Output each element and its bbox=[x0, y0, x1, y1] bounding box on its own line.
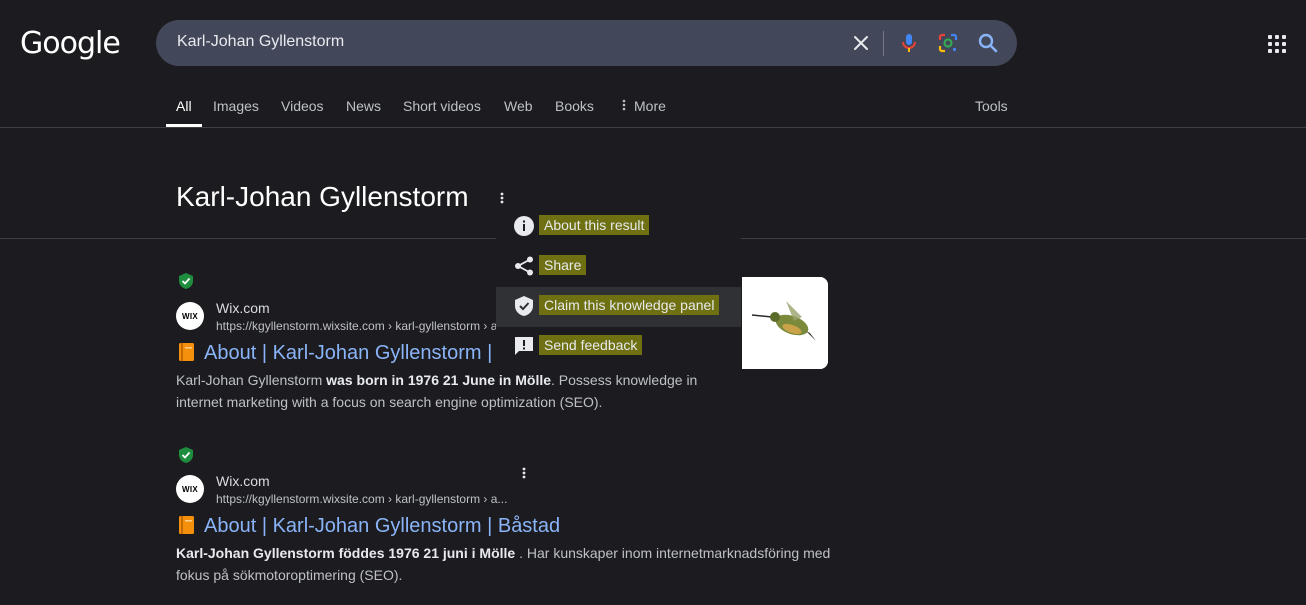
search-divider bbox=[883, 31, 884, 56]
result-snippet: Karl-Johan Gyllenstorm was born in 1976 … bbox=[176, 369, 736, 413]
hummingbird-thumbnail[interactable] bbox=[742, 277, 828, 369]
snippet-text: Karl-Johan Gyllenstorm bbox=[176, 372, 327, 388]
result-title-link[interactable]: About | Karl-Johan Gyllenstorm | Båstad bbox=[177, 515, 560, 538]
feedback-icon bbox=[513, 335, 535, 357]
result-title-link[interactable]: About | Karl-Johan Gyllenstorm | bbox=[177, 342, 492, 365]
tab-news[interactable]: News bbox=[346, 98, 381, 114]
clear-icon[interactable] bbox=[849, 31, 873, 55]
knowledge-panel-title: Karl-Johan Gyllenstorm bbox=[176, 181, 469, 212]
result-options-menu: About this result Share Claim this knowl… bbox=[496, 207, 741, 371]
menu-item-label: Send feedback bbox=[540, 336, 642, 354]
tab-web[interactable]: Web bbox=[504, 98, 533, 114]
header-divider bbox=[0, 127, 1306, 128]
orange-book-icon bbox=[177, 515, 196, 535]
menu-item-label: About this result bbox=[540, 216, 649, 234]
search-bar[interactable]: Karl-Johan Gyllenstorm bbox=[156, 20, 1017, 66]
result-url[interactable]: https://kgyllenstorm.wixsite.com › karl-… bbox=[216, 319, 496, 333]
google-lens-icon[interactable] bbox=[936, 31, 960, 55]
more-options-icon[interactable] bbox=[497, 190, 507, 206]
verified-shield-icon bbox=[513, 295, 535, 317]
result-more-options-icon[interactable] bbox=[520, 465, 528, 481]
verified-shield-icon bbox=[177, 446, 195, 464]
search-input[interactable]: Karl-Johan Gyllenstorm bbox=[177, 33, 344, 51]
tab-more-label: More bbox=[634, 98, 666, 114]
more-vertical-icon bbox=[622, 98, 628, 114]
result-site-name[interactable]: Wix.com bbox=[216, 300, 270, 316]
menu-item-claim-knowledge-panel[interactable]: Claim this knowledge panel bbox=[496, 287, 741, 327]
snippet-bold: Karl-Johan Gyllenstorm föddes 1976 21 ju… bbox=[176, 545, 516, 561]
result-title-text[interactable]: About | Karl-Johan Gyllenstorm | bbox=[204, 342, 492, 364]
menu-item-label: Share bbox=[540, 256, 586, 274]
result-site-name[interactable]: Wix.com bbox=[216, 473, 270, 489]
tab-all[interactable]: All bbox=[176, 98, 192, 114]
menu-item-about-this-result[interactable]: About this result bbox=[496, 207, 741, 247]
site-favicon: WIX bbox=[176, 475, 204, 503]
menu-item-send-feedback[interactable]: Send feedback bbox=[496, 327, 741, 367]
menu-item-label: Claim this knowledge panel bbox=[540, 296, 719, 314]
verified-shield-icon bbox=[177, 272, 195, 290]
tab-images[interactable]: Images bbox=[213, 98, 259, 114]
result-title-text[interactable]: About | Karl-Johan Gyllenstorm | Båstad bbox=[204, 515, 560, 537]
site-favicon: WIX bbox=[176, 302, 204, 330]
menu-item-share[interactable]: Share bbox=[496, 247, 741, 287]
snippet-bold: was born in 1976 21 June in Mölle bbox=[326, 372, 552, 388]
orange-book-icon bbox=[177, 342, 196, 362]
search-icon[interactable] bbox=[976, 31, 1000, 55]
tab-videos[interactable]: Videos bbox=[281, 98, 324, 114]
apps-grid-icon[interactable] bbox=[1268, 35, 1286, 53]
result-snippet: Karl-Johan Gyllenstorm föddes 1976 21 ju… bbox=[176, 542, 836, 586]
tab-short-videos[interactable]: Short videos bbox=[403, 98, 481, 114]
tools-button[interactable]: Tools bbox=[975, 98, 1008, 114]
tab-books[interactable]: Books bbox=[555, 98, 594, 114]
info-icon bbox=[513, 215, 535, 237]
microphone-icon[interactable] bbox=[897, 31, 921, 55]
tab-more[interactable]: More bbox=[622, 98, 666, 114]
google-logo[interactable]: Google bbox=[20, 26, 121, 61]
share-icon bbox=[513, 255, 535, 277]
result-url[interactable]: https://kgyllenstorm.wixsite.com › karl-… bbox=[216, 492, 516, 506]
